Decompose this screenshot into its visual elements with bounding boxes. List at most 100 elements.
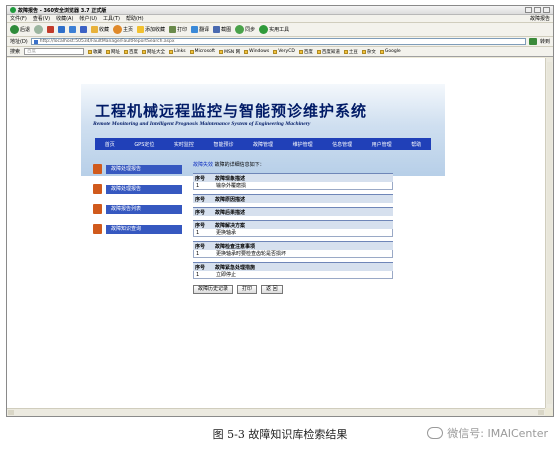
menu-help[interactable]: 帮助(H) <box>126 15 144 22</box>
print-page-button[interactable]: 打印 <box>237 285 258 294</box>
address-label: 地址(D) <box>10 39 28 45</box>
fav-item-baidu-zhidao[interactable]: 百度知道 <box>316 49 340 55</box>
vertical-scrollbar[interactable] <box>545 58 553 408</box>
menu-favorites[interactable]: 收藏(A) <box>56 15 73 22</box>
section-header: 序号 故障紧急处理措施 <box>193 262 393 271</box>
screenshot-icon <box>213 26 221 33</box>
undo-button[interactable] <box>80 26 88 33</box>
folder-icon <box>142 49 147 54</box>
fav-item-collect[interactable]: 收藏 <box>88 49 102 55</box>
fav-item-google[interactable]: Google <box>379 49 401 54</box>
document-icon <box>93 184 102 194</box>
folder-icon <box>244 49 249 54</box>
fav-item-msn[interactable]: MSN 网 <box>219 49 240 55</box>
add-favorite-button[interactable]: 添加收藏 <box>137 26 165 33</box>
folder-icon <box>219 49 224 54</box>
fav-item-baidu-2[interactable]: 百度 <box>298 49 313 55</box>
back-button[interactable]: 后退 <box>10 25 30 34</box>
sidebar-item-label[interactable]: 故障知识查询 <box>106 224 182 234</box>
section-header: 序号 故障后果描述 <box>193 207 393 216</box>
home-icon <box>69 26 77 33</box>
refresh-button[interactable] <box>58 26 66 33</box>
horizontal-scrollbar[interactable] <box>7 408 545 416</box>
nav-gps[interactable]: GPS定位 <box>134 141 154 148</box>
section-header: 序号 故障解决方案 <box>193 220 393 229</box>
window-title: 故障报告 - 360安全浏览器 3.7 正式版 <box>18 7 107 14</box>
home-button[interactable] <box>69 26 77 33</box>
search-input[interactable]: 百度 <box>24 48 85 55</box>
table-row: 1 更换轴承时要检查齿轮是否损坏 <box>193 250 393 258</box>
refresh-icon <box>58 26 66 33</box>
forward-button[interactable] <box>34 25 44 34</box>
page-tab-link[interactable]: 故障报告 <box>530 15 550 22</box>
scroll-thumb[interactable] <box>547 62 552 404</box>
address-input[interactable]: http://localhost:50534/FaultManage/Fault… <box>30 38 526 45</box>
folder-icon <box>361 49 366 54</box>
fav-item-directory[interactable]: 网址大全 <box>142 49 165 55</box>
menu-view[interactable]: 查看(V) <box>33 15 50 22</box>
favorites-icon <box>91 26 99 33</box>
document-icon <box>93 164 102 174</box>
tools-button[interactable]: 实用工具 <box>259 25 289 34</box>
fav-item-sites[interactable]: 网址 <box>106 49 120 55</box>
nav-home[interactable]: 首页 <box>105 141 115 148</box>
fav-item-misc[interactable]: 杂文 <box>361 49 376 55</box>
nav-help[interactable]: 帮助 <box>411 141 421 148</box>
table-row: 1 输杂外覆磨损 <box>193 182 393 190</box>
stop-button[interactable] <box>47 26 55 33</box>
go-button[interactable]: 转到 <box>540 38 550 45</box>
breadcrumb-link[interactable]: 故障失效 <box>193 162 213 168</box>
section-solution: 序号 故障解决方案 1 更换轴承 <box>193 220 393 237</box>
fav-item-windows[interactable]: Windows <box>244 49 269 54</box>
nav-prognosis[interactable]: 智能预诊 <box>213 141 233 148</box>
favorites-button[interactable]: 收藏 <box>91 26 109 33</box>
close-button[interactable] <box>543 7 550 13</box>
sidebar-item-report-list[interactable]: 故障报告列表 <box>93 201 203 217</box>
nav-users[interactable]: 用户管理 <box>372 141 392 148</box>
fav-item-links[interactable]: Links <box>169 49 186 54</box>
address-bar: 地址(D) http://localhost:50534/FaultManage… <box>7 37 553 47</box>
sidebar: 故障处理报告 故障处理报告 故障报告列表 故障知识查询 <box>93 161 203 241</box>
nav-fault[interactable]: 故障管理 <box>253 141 273 148</box>
section-symptom: 序号 故障现象描述 1 输杂外覆磨损 <box>193 173 393 190</box>
nav-info[interactable]: 信息管理 <box>332 141 352 148</box>
menu-file[interactable]: 文件(F) <box>10 15 27 22</box>
scroll-left-icon[interactable] <box>8 410 14 415</box>
menu-tools[interactable]: 工具(T) <box>103 15 120 22</box>
star-icon <box>137 26 145 33</box>
browser-window: 故障报告 - 360安全浏览器 3.7 正式版 文件(F) 查看(V) 收藏(A… <box>6 5 554 417</box>
fault-detail-panel: 故障失效 故障的详细信息如下： 序号 故障现象描述 1 输杂外覆磨损 序号 故障原因描… <box>193 161 393 294</box>
nav-monitor[interactable]: 实时监控 <box>174 141 194 148</box>
fav-item-baidu[interactable]: 百度 <box>124 49 138 55</box>
sync-button[interactable]: 同步 <box>235 25 255 34</box>
sidebar-item-report-1[interactable]: 故障处理报告 <box>93 161 203 177</box>
screenshot-button[interactable]: 截图 <box>213 26 231 33</box>
go-icon[interactable] <box>528 38 537 45</box>
table-row: 1 立即停止 <box>193 271 393 279</box>
sidebar-item-report-2[interactable]: 故障处理报告 <box>93 181 203 197</box>
fav-item-microsoft[interactable]: Microsoft <box>189 49 215 54</box>
folder-icon <box>189 49 194 54</box>
translate-button[interactable]: 翻译 <box>191 26 209 33</box>
history-button[interactable]: 故障历史记录 <box>193 285 234 294</box>
minimize-button[interactable] <box>525 7 532 13</box>
sidebar-item-label[interactable]: 故障处理报告 <box>106 164 182 174</box>
menu-account[interactable]: 帐户(U) <box>79 15 97 22</box>
homepage-button[interactable]: 主页 <box>113 25 133 34</box>
table-row: 1 更换轴承 <box>193 229 393 237</box>
sidebar-item-label[interactable]: 故障处理报告 <box>106 184 182 194</box>
scroll-right-icon[interactable] <box>538 410 544 415</box>
sidebar-item-label[interactable]: 故障报告列表 <box>106 204 182 214</box>
maximize-button[interactable] <box>534 7 541 13</box>
print-button[interactable]: 打印 <box>169 26 187 33</box>
sidebar-item-knowledge[interactable]: 故障知识查询 <box>93 221 203 237</box>
section-emergency: 序号 故障紧急处理措施 1 立即停止 <box>193 262 393 279</box>
section-header: 序号 故障原因描述 <box>193 194 393 203</box>
fav-item-verycd[interactable]: VeryCD <box>273 49 295 54</box>
breadcrumb: 故障失效 故障的详细信息如下： <box>193 161 393 169</box>
breadcrumb-text: 故障的详细信息如下： <box>214 162 265 168</box>
back-page-button[interactable]: 返 回 <box>261 285 283 294</box>
fav-item-tudou[interactable]: 土豆 <box>343 49 358 55</box>
nav-maintenance[interactable]: 维护管理 <box>293 141 313 148</box>
favorites-bar: 搜索 百度 收藏 网址 百度 网址大全 Links Microsoft MSN … <box>7 47 553 57</box>
